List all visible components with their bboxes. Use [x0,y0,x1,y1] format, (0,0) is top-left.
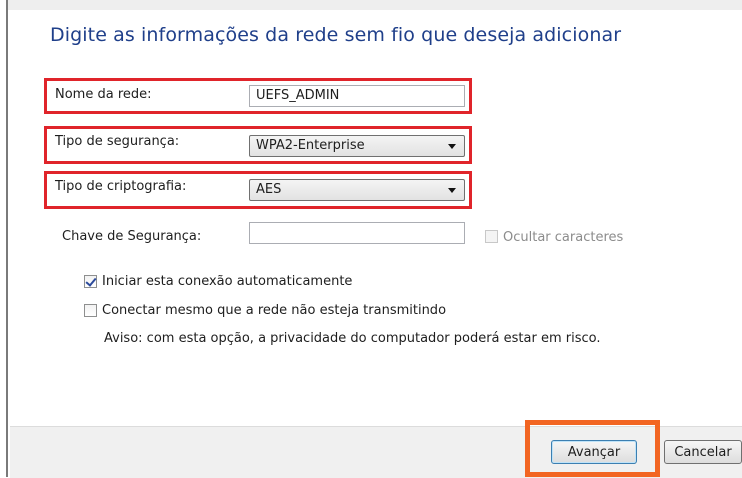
connect-hidden-checkbox[interactable] [84,304,97,317]
chevron-down-icon [448,188,456,193]
security-type-label: Tipo de segurança: [55,134,180,149]
security-key-label: Chave de Segurança: [62,229,202,244]
network-name-input[interactable]: UEFS_ADMIN [249,85,465,107]
dialog-heading: Digite as informações da rede sem fio qu… [50,24,622,46]
security-type-select[interactable]: WPA2-Enterprise [249,135,465,157]
auto-connect-label[interactable]: Iniciar esta conexão automaticamente [102,274,352,289]
privacy-warning-text: Aviso: com esta opção, a privacidade do … [104,331,601,346]
top-strip [0,0,742,10]
auto-connect-checkbox[interactable] [84,275,97,288]
cancel-button[interactable]: Cancelar [664,440,742,464]
encryption-type-label: Tipo de criptografia: [55,179,187,194]
security-type-value: WPA2-Enterprise [256,138,365,153]
chevron-down-icon [448,144,456,149]
hide-characters-checkbox [485,230,498,243]
security-key-input[interactable] [249,222,465,244]
encryption-type-value: AES [256,182,282,197]
connect-hidden-label[interactable]: Conectar mesmo que a rede não esteja tra… [102,303,446,318]
network-name-label: Nome da rede: [55,87,152,102]
encryption-type-select[interactable]: AES [249,179,465,201]
hide-characters-label: Ocultar caracteres [503,230,624,245]
window-left-border [0,0,8,477]
next-button[interactable]: Avançar [551,440,637,464]
